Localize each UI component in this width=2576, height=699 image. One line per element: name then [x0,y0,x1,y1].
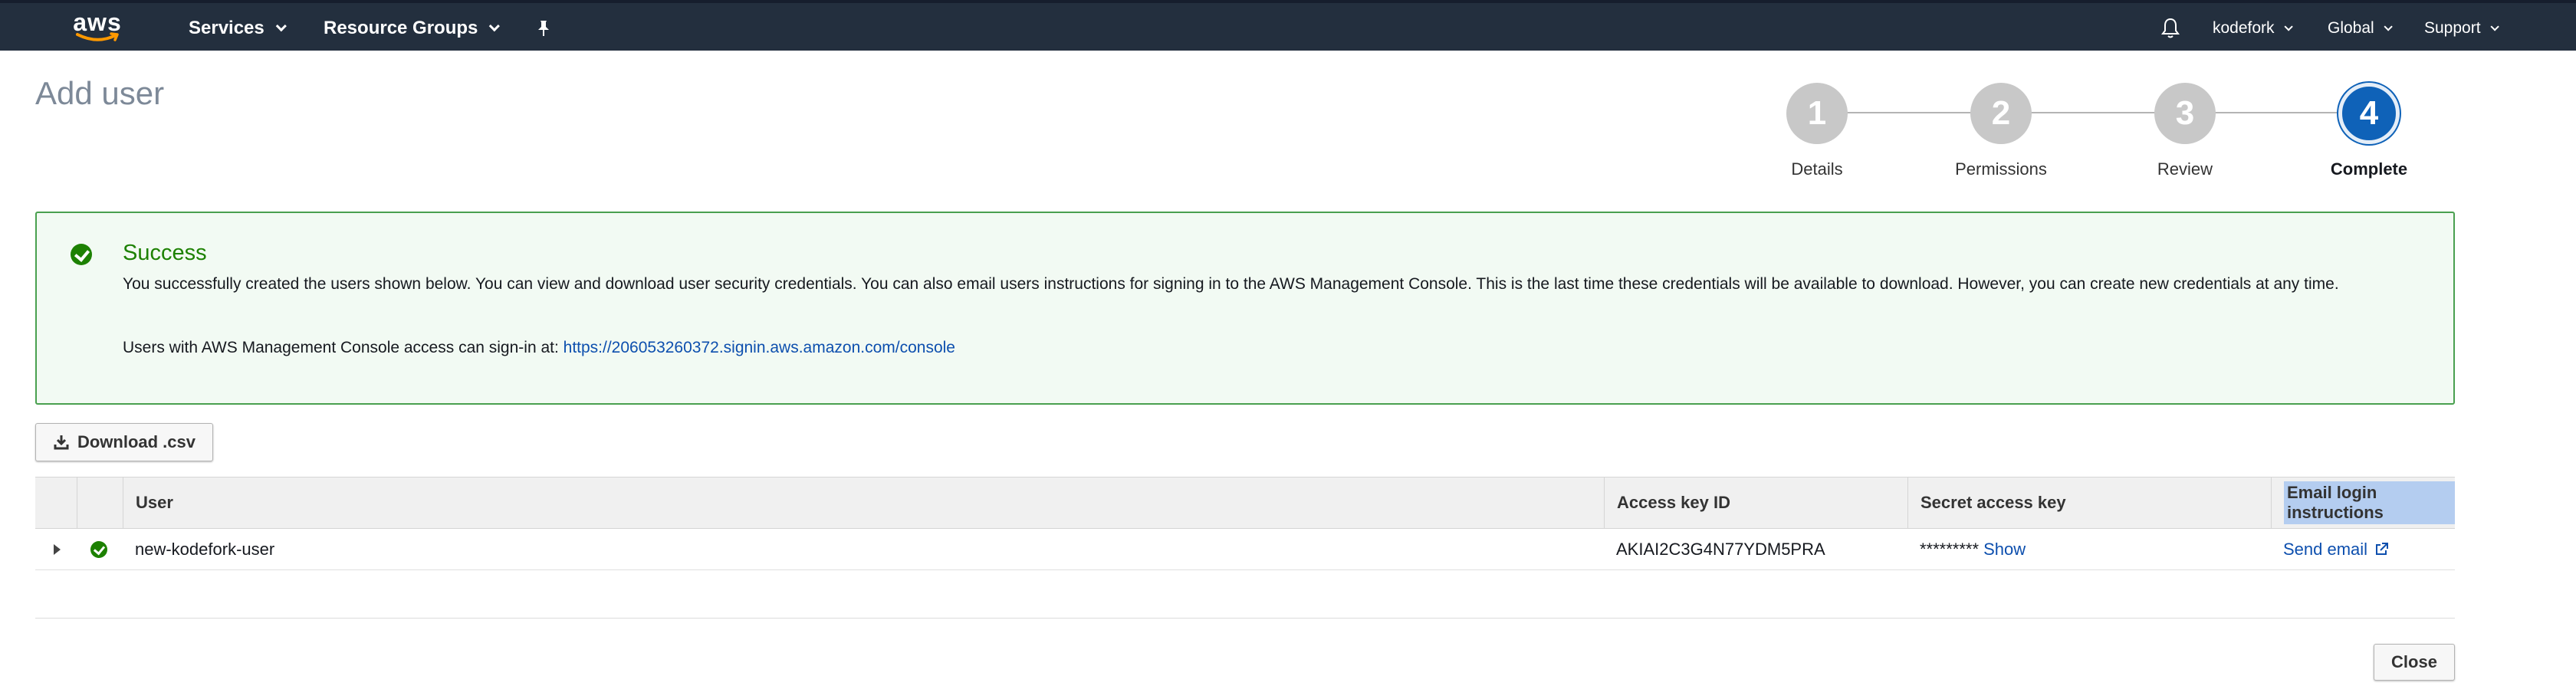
header-secret-access-key-label: Secret access key [1921,493,2066,512]
show-secret-link[interactable]: Show [1983,540,2026,560]
credentials-table: User Access key ID Secret access key Ema… [35,477,2455,570]
chevron-down-icon [489,21,501,32]
success-alert: Success You successfully created the use… [35,212,2455,405]
header-email-login-label: Email login instructions [2284,481,2455,524]
wizard-stepper: 1 Details 2 Permissions 3 Review 4 Compl… [1786,83,2430,182]
secret-masked-value: ********* [1920,540,1980,559]
cell-secret-access-key: ********* Show [1907,529,2271,570]
step-label: Details [1791,159,1843,179]
step-review: 3 Review [2093,83,2277,179]
aws-logo[interactable]: aws [71,6,124,48]
table-header-row: User Access key ID Secret access key Ema… [35,477,2455,529]
step-number: 1 [1786,83,1848,144]
header-access-key-id[interactable]: Access key ID [1604,477,1907,528]
signin-info: Users with AWS Management Console access… [123,339,955,357]
download-csv-button[interactable]: Download .csv [35,423,213,461]
send-email-link[interactable]: Send email [2283,540,2367,560]
header-email-login[interactable]: Email login instructions [2271,477,2455,528]
signin-url-link[interactable]: https://206053260372.signin.aws.amazon.c… [564,339,955,356]
caret-right-icon [54,544,61,555]
footer-divider [35,618,2455,619]
step-permissions: 2 Permissions [1909,83,2093,179]
header-user-label: User [136,493,173,512]
step-number: 4 [2338,83,2400,144]
resource-groups-label: Resource Groups [324,18,478,38]
step-number: 2 [1970,83,2032,144]
region-menu[interactable]: Global [2328,3,2393,54]
account-menu[interactable]: kodefork [2213,3,2293,54]
support-label: Support [2424,19,2481,37]
success-title: Success [123,241,207,265]
check-circle-icon [71,244,92,265]
pin-button[interactable] [535,3,552,54]
external-link-icon [2376,543,2389,555]
resource-groups-menu[interactable]: Resource Groups [324,3,501,54]
chevron-down-icon [2384,22,2393,31]
expand-row-toggle[interactable] [35,529,77,570]
account-label: kodefork [2213,19,2275,37]
aws-smile-icon [76,32,119,41]
region-label: Global [2328,19,2374,37]
download-csv-label: Download .csv [77,432,196,451]
header-user[interactable]: User [123,477,1604,528]
signin-prefix: Users with AWS Management Console access… [123,339,564,356]
chevron-down-icon [275,21,287,32]
header-status-column [77,477,123,528]
top-nav-bar: aws Services Resource Groups kodefork Gl… [0,0,2576,51]
table-row: new-kodefork-user AKIAI2C3G4N77YDM5PRA *… [35,529,2455,570]
step-number: 3 [2154,83,2216,144]
cell-user: new-kodefork-user [135,540,275,559]
row-status [77,529,123,570]
chevron-down-icon [2490,22,2499,31]
page-title: Add user [35,75,165,111]
step-label: Complete [2330,159,2408,179]
support-menu[interactable]: Support [2424,3,2499,54]
step-complete: 4 Complete [2277,83,2461,179]
header-access-key-id-label: Access key ID [1617,493,1730,512]
cell-email-login: Send email [2271,529,2455,570]
bell-icon [2161,18,2180,38]
pin-icon [538,21,549,36]
success-message: You successfully created the users shown… [123,275,2339,293]
step-details: 1 Details [1725,83,1909,179]
cell-access-key-id: AKIAI2C3G4N77YDM5PRA [1616,540,1825,559]
close-button[interactable]: Close [2374,644,2455,681]
close-label: Close [2391,652,2437,671]
download-icon [54,435,69,450]
check-circle-icon [90,541,107,558]
chevron-down-icon [2284,22,2293,31]
aws-logo-text: aws [73,8,122,36]
header-expand-column [35,477,77,528]
notifications-button[interactable] [2160,3,2180,54]
step-label: Permissions [1955,159,2047,179]
services-label: Services [189,18,264,38]
step-label: Review [2157,159,2213,179]
header-secret-access-key[interactable]: Secret access key [1907,477,2271,528]
services-menu[interactable]: Services [189,3,287,54]
